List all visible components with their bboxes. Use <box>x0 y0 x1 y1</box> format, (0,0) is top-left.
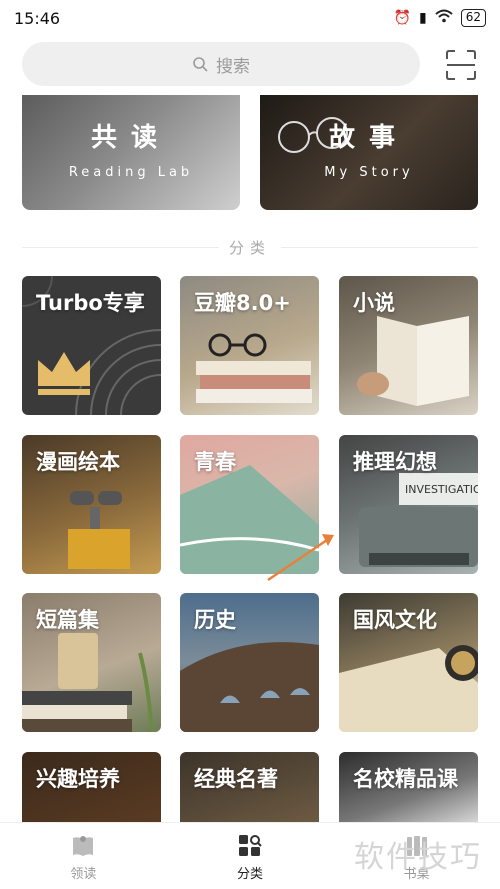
category-label: 短篇集 <box>36 608 99 632</box>
annotation-arrow <box>267 534 334 582</box>
category-label: 兴趣培养 <box>36 767 120 791</box>
category-history[interactable]: 历史 <box>180 593 319 732</box>
category-novel[interactable]: 小说 <box>339 276 478 415</box>
banner-subtitle: Reading Lab <box>68 165 194 180</box>
category-label: 国风文化 <box>353 608 437 632</box>
nav-item-lead-reading[interactable]: 领读 <box>0 823 167 889</box>
category-turbo[interactable]: Turbo专享 <box>22 276 161 415</box>
category-label: 推理幻想 <box>353 450 437 474</box>
category-label: 青春 <box>194 450 236 474</box>
scan-icon[interactable] <box>444 48 478 82</box>
nav-item-category[interactable]: 分类 <box>167 823 334 889</box>
status-bar: 15:46 ⏰ ▮ 62 <box>0 0 500 36</box>
category-interest[interactable]: 兴趣培养 <box>22 752 161 822</box>
category-label: 经典名著 <box>194 767 278 791</box>
banner-title: 故事 <box>328 123 409 153</box>
category-label: 历史 <box>194 608 236 632</box>
category-label: 漫画绘本 <box>36 450 120 474</box>
search-input[interactable]: 搜索 <box>22 42 420 86</box>
alarm-icon: ⏰ <box>393 10 411 26</box>
category-douban[interactable]: 豆瓣8.0+ <box>180 276 319 415</box>
book-icon <box>73 836 94 856</box>
search-placeholder: 搜索 <box>216 56 250 77</box>
section-title: 分类 <box>229 238 272 257</box>
section-divider: 分类 <box>22 236 478 258</box>
category-short-stories[interactable]: 短篇集 <box>22 593 161 732</box>
category-label: 豆瓣8.0+ <box>194 291 291 315</box>
typewriter-text: INVESTIGATIO <box>405 483 478 496</box>
signal-icon: ▮ <box>419 10 427 26</box>
category-chinese-culture[interactable]: 国风文化 <box>339 593 478 732</box>
banner-reading-lab[interactable]: 共读 Reading Lab <box>22 95 240 210</box>
banner-title: 共读 <box>90 123 171 153</box>
books-glasses-icon <box>196 333 312 403</box>
status-time: 15:46 <box>14 8 61 28</box>
nav-label: 分类 <box>237 867 264 882</box>
battery-icon: 62 <box>460 9 486 27</box>
crown-icon <box>38 352 90 395</box>
wifi-icon <box>435 9 453 27</box>
category-grid-icon <box>239 835 262 856</box>
category-mystery-fantasy[interactable]: INVESTIGATIO 推理幻想 <box>339 435 478 574</box>
category-university-courses[interactable]: 名校精品课 <box>339 752 478 822</box>
banner-subtitle: My Story <box>324 165 414 180</box>
banner-my-story[interactable]: 故事 My Story <box>260 95 478 210</box>
nav-label: 领读 <box>70 867 97 882</box>
watermark: 软件技巧 <box>354 840 482 875</box>
category-comic[interactable]: 漫画绘本 <box>22 435 161 574</box>
robot-icon <box>68 491 130 569</box>
category-label: Turbo专享 <box>36 291 145 315</box>
open-book-icon <box>357 316 469 406</box>
category-label: 小说 <box>353 291 395 315</box>
category-classics[interactable]: 经典名著 <box>180 752 319 822</box>
search-icon <box>193 57 208 72</box>
category-label: 名校精品课 <box>353 767 458 791</box>
